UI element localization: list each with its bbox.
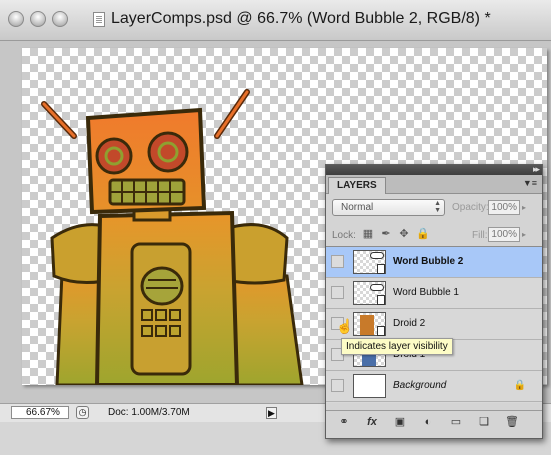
pointer-cursor-icon: ☝ bbox=[336, 318, 354, 334]
lock-label: Lock: bbox=[332, 230, 356, 241]
blend-mode-value: Normal bbox=[341, 202, 374, 213]
trash-icon[interactable]: 🗑 bbox=[504, 415, 520, 429]
layers-panel: ▸▸ LAYERS ▼≡ Normal ▲ ▼ Opacity: 100% ▸ L… bbox=[325, 164, 543, 439]
layer-name: Droid 2 bbox=[393, 318, 426, 329]
layer-row-word-bubble-2[interactable]: Word Bubble 2 bbox=[326, 247, 542, 278]
panel-tab-bar: LAYERS ▼≡ bbox=[326, 175, 542, 194]
panel-menu-icon[interactable]: ▼≡ bbox=[523, 178, 537, 188]
fill-arrow-icon[interactable]: ▸ bbox=[522, 230, 526, 239]
layer-row-word-bubble-1[interactable]: Word Bubble 1 bbox=[326, 278, 542, 309]
layer-row-droid-2[interactable]: Droid 2 bbox=[326, 309, 542, 340]
lock-transparency-icon[interactable]: ▦ bbox=[362, 228, 374, 240]
document-icon bbox=[93, 12, 105, 27]
lock-all-icon[interactable]: 🔒 bbox=[416, 228, 430, 240]
visibility-toggle[interactable] bbox=[331, 286, 344, 299]
folder-icon[interactable]: ▭ bbox=[448, 415, 464, 429]
document-size-info: Doc: 1.00M/3.70M bbox=[108, 407, 190, 418]
fill-label: Fill: bbox=[472, 230, 488, 241]
tab-layers[interactable]: LAYERS bbox=[328, 177, 386, 194]
lock-brush-icon[interactable]: ✒ bbox=[380, 228, 392, 240]
layer-name: Word Bubble 1 bbox=[393, 287, 459, 298]
opacity-label: Opacity: bbox=[452, 202, 489, 213]
window-title: LayerComps.psd @ 66.7% (Word Bubble 2, R… bbox=[111, 10, 491, 27]
zoom-button[interactable] bbox=[52, 11, 68, 27]
zoom-level-field[interactable]: 66.67% bbox=[11, 406, 69, 419]
opacity-arrow-icon[interactable]: ▸ bbox=[522, 203, 526, 212]
link-icon[interactable]: ⚭ bbox=[336, 415, 352, 429]
collapse-icon[interactable]: ▸▸ bbox=[533, 164, 540, 175]
minimize-button[interactable] bbox=[30, 11, 46, 27]
layer-row-background[interactable]: Background 🔒 bbox=[326, 371, 542, 402]
fx-icon[interactable]: fx bbox=[364, 415, 380, 429]
layer-lock-icon: 🔒 bbox=[513, 380, 526, 391]
layer-link-icon bbox=[377, 264, 385, 274]
adjustment-icon[interactable]: ◐ bbox=[420, 415, 436, 429]
layer-thumbnail bbox=[353, 374, 386, 398]
layer-list: Word Bubble 2 Word Bubble 1 Droid 2 Droi… bbox=[326, 246, 542, 403]
title-bar[interactable]: LayerComps.psd @ 66.7% (Word Bubble 2, R… bbox=[0, 0, 551, 41]
mask-icon[interactable]: ▣ bbox=[392, 415, 408, 429]
layer-link-icon bbox=[377, 295, 385, 305]
fill-field[interactable]: 100% bbox=[488, 227, 520, 242]
select-arrows-icon: ▲ ▼ bbox=[434, 200, 441, 214]
panel-footer: ⚭ fx ▣ ◐ ▭ ❏ 🗑 bbox=[326, 410, 542, 433]
close-button[interactable] bbox=[8, 11, 24, 27]
clock-icon[interactable]: ◷ bbox=[76, 406, 89, 419]
layer-link-icon bbox=[377, 326, 385, 336]
layer-name: Background bbox=[393, 380, 447, 391]
lock-move-icon[interactable]: ✥ bbox=[398, 228, 410, 240]
new-layer-icon[interactable]: ❏ bbox=[476, 415, 492, 429]
visibility-toggle[interactable] bbox=[331, 379, 344, 392]
panel-header[interactable]: ▸▸ bbox=[326, 164, 542, 175]
opacity-field[interactable]: 100% bbox=[488, 200, 520, 215]
status-menu-arrow-icon[interactable]: ▶ bbox=[266, 407, 277, 419]
tooltip: Indicates layer visibility bbox=[341, 338, 453, 355]
visibility-toggle[interactable] bbox=[331, 255, 344, 268]
layer-name: Word Bubble 2 bbox=[393, 256, 464, 267]
blend-mode-select[interactable]: Normal ▲ ▼ bbox=[332, 199, 445, 216]
